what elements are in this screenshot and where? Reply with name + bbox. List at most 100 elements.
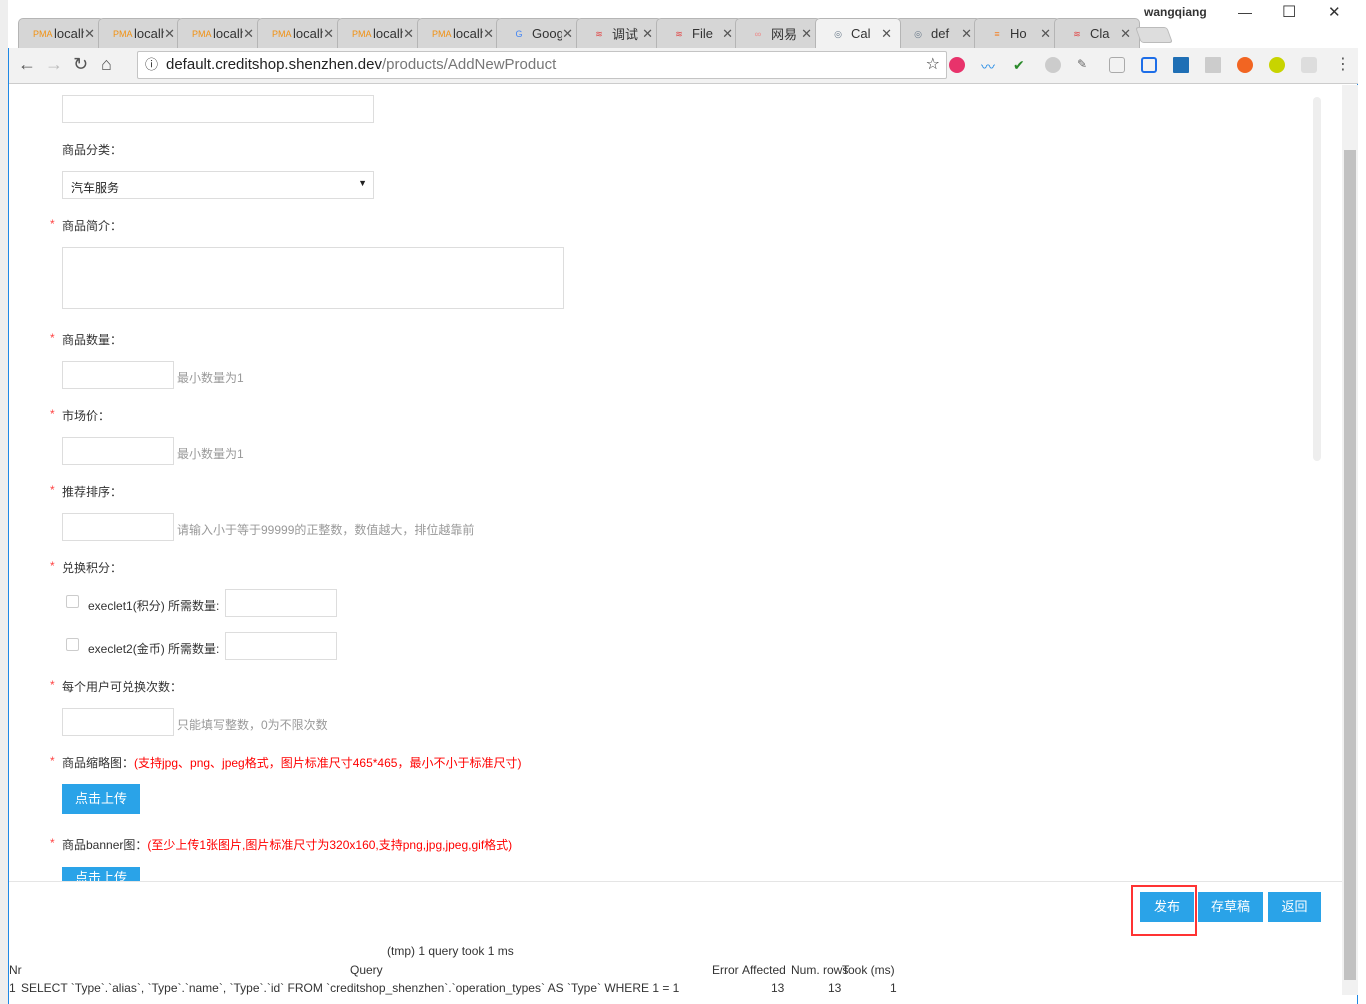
s-extension-icon[interactable]	[1173, 57, 1189, 73]
col-error: Error	[712, 963, 739, 977]
tab-label: localhost	[54, 26, 85, 41]
browser-tab[interactable]: ≋ 调试 ✕	[575, 18, 662, 48]
points-option-1: execlet1(积分) 所需数量:	[88, 599, 220, 613]
tab-close-icon[interactable]: ✕	[881, 26, 892, 42]
shield-extension-icon[interactable]	[1109, 57, 1125, 73]
back-button[interactable]: 返回	[1268, 892, 1321, 922]
sql-row: 1 SELECT `Type`.`alias`, `Type`.`name`, …	[9, 981, 909, 995]
maximize-button[interactable]: ☐	[1282, 2, 1296, 22]
col-affected: Affected	[742, 963, 786, 977]
home-icon[interactable]: ⌂	[101, 54, 112, 75]
footer-divider	[9, 881, 1342, 882]
browser-tab[interactable]: ◎ def ✕	[894, 18, 981, 48]
browser-tab[interactable]: PMA localhost ✕	[336, 18, 423, 48]
col-rows: Num. rows	[791, 963, 849, 977]
background-window-strip	[0, 0, 8, 1004]
plus-extension-icon[interactable]	[1269, 57, 1285, 73]
s-gray-extension-icon[interactable]	[1301, 57, 1317, 73]
close-window-button[interactable]: ✕	[1328, 3, 1341, 21]
points-input-2[interactable]	[225, 632, 337, 660]
tab-close-icon[interactable]: ✕	[84, 26, 95, 42]
browser-tab[interactable]: ≋ File ✕	[655, 18, 742, 48]
tab-close-icon[interactable]: ✕	[1040, 26, 1051, 42]
save-draft-button[interactable]: 存草稿	[1198, 892, 1263, 922]
tab-label: Cal	[851, 26, 871, 41]
browser-tab[interactable]: PMA localhost ✕	[416, 18, 503, 48]
browser-tab[interactable]: ∞ 网易 ✕	[735, 18, 822, 48]
browser-tab[interactable]: G Google ✕	[496, 18, 583, 48]
intro-textarea[interactable]	[62, 247, 564, 309]
extension-icon[interactable]	[949, 57, 965, 73]
browser-tab[interactable]: PMA localhost ✕	[97, 18, 184, 48]
layout-extension-icon[interactable]	[1205, 57, 1221, 73]
sort-input[interactable]	[62, 513, 174, 541]
new-tab-button[interactable]	[1135, 27, 1173, 43]
browser-tab[interactable]: ≋ Cla ✕	[1054, 18, 1141, 48]
qty-input[interactable]	[62, 361, 174, 389]
tab-close-icon[interactable]: ✕	[562, 26, 573, 42]
sql-header: Nr Query Error Affected Num. rows Took (…	[9, 963, 909, 977]
check-extension-icon[interactable]: ✔	[1013, 57, 1029, 73]
browser-tab[interactable]: ≡ Ho ✕	[974, 18, 1061, 48]
page-scrollbar[interactable]	[1342, 85, 1358, 995]
cell-rows: 13	[828, 981, 842, 995]
browser-tab[interactable]: PMA localhost ✕	[177, 18, 264, 48]
trend-extension-icon[interactable]: 〰	[981, 57, 997, 75]
cell-query: SELECT `Type`.`alias`, `Type`.`name`, `T…	[21, 981, 680, 995]
cell-nr: 1	[9, 981, 16, 995]
sort-hint: 请输入小于等于99999的正整数，数值越大，排位越靠前	[177, 523, 475, 537]
product-name-input[interactable]	[62, 95, 374, 123]
qty-hint: 最小数量为1	[177, 371, 244, 385]
tab-favicon-icon: PMA	[192, 28, 212, 39]
bookmark-star-icon[interactable]: ☆	[926, 52, 940, 78]
address-bar[interactable]: ⓘ default.creditshop.shenzhen.dev/produc…	[137, 51, 947, 79]
price-input[interactable]	[62, 437, 174, 465]
tab-close-icon[interactable]: ✕	[243, 26, 254, 42]
scrollbar-thumb[interactable]	[1344, 150, 1356, 980]
browser-tab[interactable]: PMA localhost ✕	[18, 18, 104, 48]
script-extension-icon[interactable]: ✎	[1077, 57, 1093, 73]
banner-upload-button[interactable]: 点击上传	[62, 867, 140, 881]
tab-favicon-icon: G	[515, 28, 523, 39]
tab-label: Ho	[1010, 26, 1028, 41]
thumb-upload-button[interactable]: 点击上传	[62, 784, 140, 814]
points-input-1[interactable]	[225, 589, 337, 617]
category-select[interactable]: 汽车服务 ▼	[62, 171, 374, 199]
info-icon[interactable]: ⓘ	[145, 52, 158, 78]
form-scrollbar[interactable]	[1313, 97, 1321, 461]
menu-icon[interactable]: ⋮	[1335, 54, 1351, 74]
tab-favicon-icon: PMA	[33, 28, 53, 39]
tab-close-icon[interactable]: ✕	[483, 26, 494, 42]
tab-close-icon[interactable]: ✕	[323, 26, 334, 42]
sql-summary: (tmp) 1 query took 1 ms	[387, 944, 514, 958]
limit-label: * 每个用户可兑换次数：	[50, 678, 183, 694]
orange-extension-icon[interactable]	[1237, 57, 1253, 73]
tab-favicon-icon: ◎	[834, 28, 842, 39]
reload-icon[interactable]: ↻	[73, 54, 88, 75]
price-label: * 市场价：	[50, 407, 111, 423]
browser-toolbar: ← → ↻ ⌂ ⓘ default.creditshop.shenzhen.de…	[9, 48, 1358, 84]
points-checkbox-2[interactable]	[66, 638, 79, 651]
tab-close-icon[interactable]: ✕	[961, 26, 972, 42]
tab-close-icon[interactable]: ✕	[403, 26, 414, 42]
gray-extension-icon[interactable]	[1045, 57, 1061, 73]
tab-close-icon[interactable]: ✕	[164, 26, 175, 42]
limit-input[interactable]	[62, 708, 174, 736]
browser-tab[interactable]: ◎ Cal ✕	[815, 18, 901, 48]
browser-tab[interactable]: PMA localhost ✕	[257, 18, 344, 48]
forward-icon[interactable]: →	[45, 54, 63, 75]
points-option-2: execlet2(金币) 所需数量:	[88, 642, 220, 656]
url-host: default.creditshop.shenzhen.dev	[166, 56, 382, 73]
points-checkbox-1[interactable]	[66, 595, 79, 608]
blue-shield-extension-icon[interactable]	[1141, 57, 1157, 73]
tab-favicon-icon: ≡	[994, 28, 1001, 39]
thumb-label: * 商品缩略图：(支持jpg、png、jpeg格式，图片标准尺寸465*465，最…	[50, 754, 522, 770]
tab-close-icon[interactable]: ✕	[801, 26, 812, 42]
tab-close-icon[interactable]: ✕	[722, 26, 733, 42]
back-icon[interactable]: ←	[18, 54, 36, 75]
minimize-button[interactable]: —	[1238, 4, 1252, 20]
tab-close-icon[interactable]: ✕	[642, 26, 653, 42]
tab-label: 调试	[611, 27, 638, 42]
tab-close-icon[interactable]: ✕	[1120, 26, 1131, 42]
profile-name[interactable]: wangqiang	[1144, 5, 1207, 19]
